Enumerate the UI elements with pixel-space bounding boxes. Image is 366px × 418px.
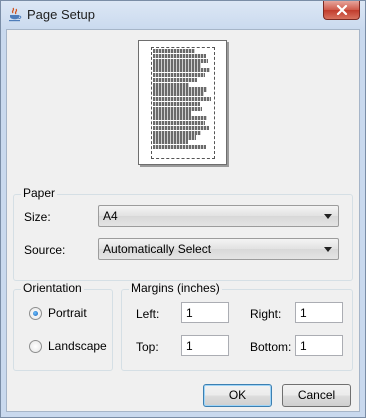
- preview-line: [153, 130, 201, 135]
- source-dropdown[interactable]: Automatically Select: [98, 238, 339, 260]
- preview-line: [153, 53, 206, 59]
- portrait-radio[interactable]: [29, 307, 42, 320]
- size-dropdown[interactable]: A4: [98, 205, 339, 227]
- preview-line: [153, 77, 198, 83]
- title-bar[interactable]: Page Setup: [1, 1, 365, 29]
- landscape-label[interactable]: Landscape: [48, 339, 107, 353]
- preview-line: [153, 87, 207, 92]
- ok-button[interactable]: OK: [203, 384, 272, 407]
- preview-line: [153, 101, 200, 107]
- preview-line: [153, 96, 211, 102]
- landscape-radio[interactable]: [29, 340, 42, 353]
- dialog-body: Paper Size: A4 Source: Automatically Sel…: [6, 29, 360, 412]
- top-margin-label: Top:: [136, 340, 159, 354]
- preview-line: [153, 116, 207, 121]
- radio-selected-dot: [33, 311, 38, 316]
- right-margin-field[interactable]: [295, 302, 343, 323]
- preview-line: [153, 58, 209, 63]
- margins-legend: Margins (inches): [129, 281, 222, 295]
- java-cup-icon: [9, 7, 22, 22]
- size-value: A4: [103, 209, 118, 223]
- orientation-legend: Orientation: [21, 281, 84, 295]
- right-margin-label: Right:: [250, 307, 282, 321]
- preview-line: [153, 92, 204, 97]
- preview-line: [153, 106, 203, 111]
- preview-line: [153, 63, 201, 68]
- chevron-down-icon: [324, 214, 332, 219]
- left-margin-field[interactable]: [181, 302, 229, 323]
- top-margin-field[interactable]: [181, 335, 229, 356]
- cancel-button[interactable]: Cancel: [282, 384, 351, 407]
- bottom-margin-label: Bottom:: [250, 340, 292, 354]
- preview-line: [153, 144, 206, 150]
- preview-line: [153, 82, 189, 87]
- size-label: Size:: [24, 210, 51, 224]
- source-label: Source:: [24, 243, 66, 257]
- preview-line: [153, 120, 206, 126]
- preview-line: [153, 49, 195, 54]
- chevron-down-icon: [324, 247, 332, 252]
- close-button[interactable]: [323, 1, 360, 20]
- preview-line: [153, 111, 192, 116]
- window-title: Page Setup: [27, 7, 95, 22]
- preview-line: [153, 125, 210, 131]
- preview-line: [153, 72, 205, 78]
- bottom-margin-field[interactable]: [295, 335, 343, 356]
- portrait-label[interactable]: Portrait: [48, 306, 87, 320]
- page-preview: [138, 40, 227, 165]
- close-icon: [336, 5, 348, 15]
- paper-legend: Paper: [21, 186, 58, 200]
- left-margin-label: Left:: [136, 307, 160, 321]
- preview-line: [153, 135, 197, 140]
- preview-line: [153, 140, 188, 145]
- source-value: Automatically Select: [103, 242, 212, 256]
- preview-text-block: [151, 47, 215, 159]
- orientation-group: [13, 289, 113, 371]
- page-setup-window: Page Setup Paper Size: A4 Source: Automa…: [0, 0, 366, 418]
- preview-line: [153, 68, 210, 73]
